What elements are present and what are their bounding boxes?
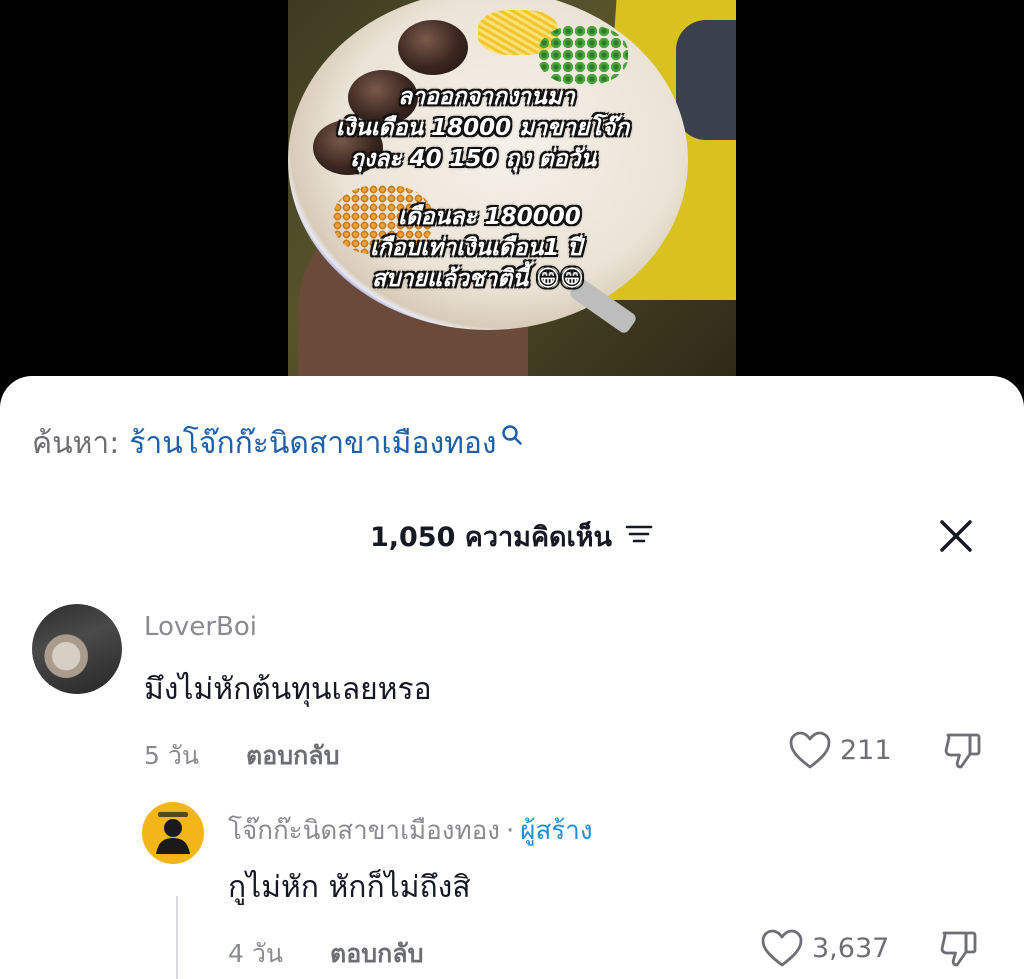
thumbs-down-icon [940,931,977,967]
avatar[interactable] [32,604,122,694]
heart-icon [761,929,803,967]
dislike-button[interactable] [942,730,984,776]
overlay-line: ถุงละ 40 150 ถุง ต่อวัน [350,146,597,172]
banner-sign [676,20,736,140]
reply-time: 4 วัน [228,939,283,968]
search-prefix: ค้นหา: [32,426,120,461]
comments-header: 1,050 ความคิดเห็น [0,514,1024,558]
search-query-link[interactable]: ร้านโจ๊กก๊ะนิดสาขาเมืองทอง [129,420,496,467]
creator-badge: ผู้สร้าง [520,816,593,846]
creator-avatar[interactable] [142,802,204,864]
like-button[interactable]: 211 [788,730,892,770]
overlay-line: ลาออกจากงานมา [398,84,575,110]
reply-text: กูไม่หัก หักก็ไม่ถึงสิ [228,870,471,905]
sort-icon[interactable] [624,521,654,551]
reply-username-line: โจ๊กก๊ะนิดสาขาเมืองทอง · ผู้สร้าง [228,810,593,851]
overlay-line: เงินเดือน 18000 มาขายโจ๊ก [336,115,630,141]
reply-button[interactable]: ตอบกลับ [330,934,423,974]
close-button[interactable] [936,516,976,556]
overlay-line: สบายแล้วชาตินี้ 😁😁 [372,266,585,292]
close-icon [940,520,972,552]
scallion-topping [538,25,628,85]
reply-button[interactable]: ตอบกลับ [246,736,339,776]
search-suggestion[interactable]: ค้นหา: ร้านโจ๊กก๊ะนิดสาขาเมืองทอง [32,420,523,467]
heart-icon [789,731,831,769]
search-icon[interactable] [501,419,523,454]
comments-sheet: ค้นหา: ร้านโจ๊กก๊ะนิดสาขาเมืองทอง 1,050 … [0,376,1024,979]
like-count: 3,637 [812,932,890,964]
separator-dot: · [505,816,515,846]
comment-username[interactable]: LoverBoi [144,612,257,642]
overlay-line: เดือนละ 180000 [398,204,581,230]
reply-username[interactable]: โจ๊กก๊ะนิดสาขาเมืองทอง [228,816,500,846]
dislike-button[interactable] [938,928,980,974]
comments-count-title: 1,050 ความคิดเห็น [369,521,613,553]
overlay-line: เกือบเท่าเงินเดือน1 ปี [370,235,582,261]
like-count: 211 [840,734,892,766]
comment-time: 5 วัน [144,741,199,770]
century-egg [398,20,468,75]
video-preview[interactable]: ลาออกจากงานมา เงินเดือน 18000 มาขายโจ๊ก … [288,0,736,376]
shop-logo-icon [156,812,190,854]
comment-text: มึงไม่หักต้นทุนเลยหรอ [144,672,432,707]
like-button[interactable]: 3,637 [760,928,889,968]
thread-line [176,896,178,979]
thumbs-down-icon [944,733,981,769]
